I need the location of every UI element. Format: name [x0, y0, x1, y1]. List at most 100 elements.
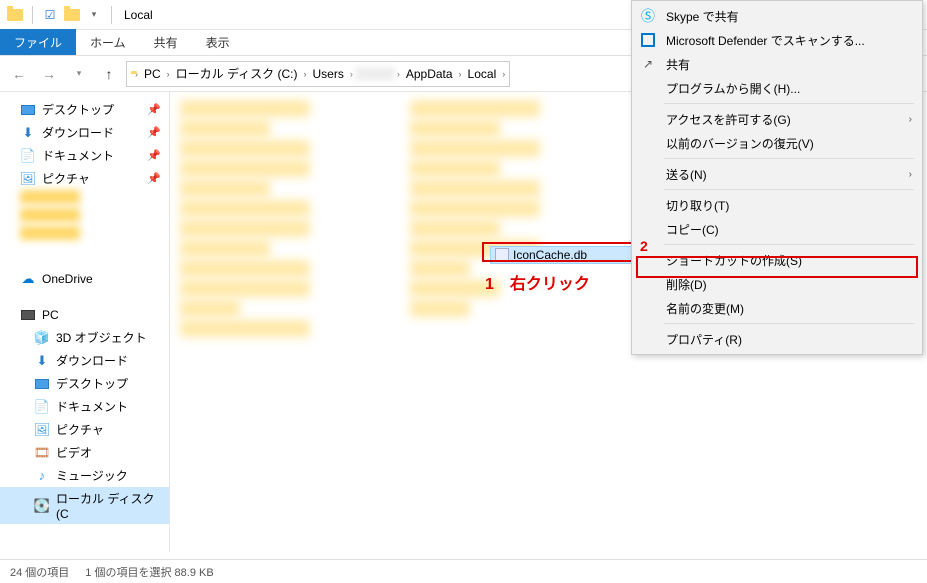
ctx-cut[interactable]: 切り取り(T): [632, 193, 922, 217]
list-item[interactable]: [180, 160, 310, 177]
list-item[interactable]: [410, 100, 540, 117]
ctx-label: プロパティ(R): [666, 331, 742, 348]
ctx-properties[interactable]: プロパティ(R): [632, 327, 922, 351]
breadcrumb-user-blurred[interactable]: [355, 67, 395, 81]
sidebar-item-download[interactable]: ⬇ダウンロード📌: [0, 121, 169, 144]
recent-dropdown[interactable]: ▾: [66, 61, 92, 87]
breadcrumb-local[interactable]: Local: [464, 67, 501, 81]
separator: [664, 103, 914, 104]
sidebar-item-label: デスクトップ: [42, 101, 114, 118]
file-tab[interactable]: ファイル: [0, 29, 76, 55]
breadcrumb-users[interactable]: Users: [309, 67, 348, 81]
ctx-create-shortcut[interactable]: ショートカットの作成(S): [632, 248, 922, 272]
list-item[interactable]: [180, 220, 310, 237]
list-item[interactable]: [410, 220, 500, 237]
list-item[interactable]: [410, 180, 540, 197]
ctx-label: Skype で共有: [666, 8, 739, 25]
separator: [664, 244, 914, 245]
sidebar-item-video[interactable]: 🎞ビデオ: [0, 441, 169, 464]
folder-icon[interactable]: [63, 6, 81, 24]
chevron-right-icon[interactable]: ›: [350, 69, 353, 79]
ctx-label: 以前のバージョンの復元(V): [666, 135, 814, 152]
list-item[interactable]: [410, 120, 500, 137]
sidebar-item-download[interactable]: ⬇ダウンロード: [0, 349, 169, 372]
sidebar-item-label: OneDrive: [42, 272, 93, 286]
sidebar-item-desktop[interactable]: デスクトップ: [0, 372, 169, 395]
ctx-open-with[interactable]: プログラムから開く(H)...: [632, 76, 922, 100]
share-tab[interactable]: 共有: [140, 30, 192, 55]
list-item[interactable]: [180, 320, 310, 337]
breadcrumb-cdrive[interactable]: ローカル ディスク (C:): [172, 65, 302, 82]
view-tab[interactable]: 表示: [192, 30, 244, 55]
chevron-right-icon[interactable]: ›: [502, 69, 505, 79]
list-item[interactable]: [180, 280, 310, 297]
list-item[interactable]: [180, 120, 270, 137]
list-item[interactable]: [410, 300, 470, 317]
chevron-right-icon[interactable]: ›: [304, 69, 307, 79]
sidebar-item-documents[interactable]: 📄ドキュメント: [0, 395, 169, 418]
sidebar-item-onedrive[interactable]: ☁ OneDrive: [0, 268, 169, 290]
pin-icon: 📌: [147, 126, 161, 139]
ctx-label: アクセスを許可する(G): [666, 111, 791, 128]
ctx-label: Microsoft Defender でスキャンする...: [666, 32, 865, 49]
ctx-rename[interactable]: 名前の変更(M): [632, 296, 922, 320]
list-item[interactable]: [410, 160, 500, 177]
list-item[interactable]: [180, 140, 310, 157]
document-icon: 📄: [20, 148, 36, 164]
ctx-send-to[interactable]: 送る(N)›: [632, 162, 922, 186]
folder-icon: [6, 6, 24, 24]
sidebar-item-label: ローカル ディスク (C: [56, 490, 161, 521]
ctx-give-access[interactable]: アクセスを許可する(G)›: [632, 107, 922, 131]
list-item[interactable]: [180, 100, 310, 117]
ctx-label: 送る(N): [666, 166, 707, 183]
breadcrumb-appdata[interactable]: AppData: [402, 67, 457, 81]
share-icon: ↗: [640, 56, 656, 72]
list-item[interactable]: [180, 260, 310, 277]
ctx-restore-previous[interactable]: 以前のバージョンの復元(V): [632, 131, 922, 155]
skype-icon: Ⓢ: [640, 8, 656, 24]
ctx-delete[interactable]: 削除(D): [632, 272, 922, 296]
sidebar-item-3dobjects[interactable]: 🧊3D オブジェクト: [0, 326, 169, 349]
list-item[interactable]: [180, 300, 240, 317]
breadcrumb[interactable]: › PC › ローカル ディスク (C:) › Users › › AppDat…: [126, 61, 510, 87]
list-item[interactable]: [180, 180, 270, 197]
chevron-right-icon[interactable]: ›: [167, 69, 170, 79]
list-item[interactable]: [410, 260, 470, 277]
ctx-share[interactable]: ↗共有: [632, 52, 922, 76]
ctx-copy[interactable]: コピー(C): [632, 217, 922, 241]
back-button[interactable]: ←: [6, 61, 32, 87]
disk-icon: 💽: [34, 498, 50, 514]
dropdown-icon[interactable]: ▾: [85, 6, 103, 24]
chevron-right-icon[interactable]: ›: [459, 69, 462, 79]
sidebar-item-music[interactable]: ♪ミュージック: [0, 464, 169, 487]
list-item[interactable]: [180, 200, 310, 217]
chevron-right-icon[interactable]: ›: [397, 69, 400, 79]
sidebar-item-pictures[interactable]: 🖼ピクチャ📌: [0, 167, 169, 190]
sidebar-item-blurred[interactable]: [20, 208, 80, 222]
pictures-icon: 🖼: [34, 422, 50, 438]
onedrive-icon: ☁: [20, 271, 36, 287]
pc-icon: [20, 307, 36, 323]
up-button[interactable]: ↑: [96, 61, 122, 87]
file-name: IconCache.db: [513, 248, 587, 262]
list-item[interactable]: [410, 140, 540, 157]
sidebar-item-documents[interactable]: 📄ドキュメント📌: [0, 144, 169, 167]
ctx-skype-share[interactable]: Ⓢ Skype で共有: [632, 4, 922, 28]
sidebar-item-blurred[interactable]: [20, 190, 80, 204]
download-icon: ⬇: [34, 353, 50, 369]
sidebar-item-pc[interactable]: PC: [0, 304, 169, 326]
sidebar-item-cdrive[interactable]: 💽 ローカル ディスク (C: [0, 487, 169, 524]
sidebar-item-desktop[interactable]: デスクトップ📌: [0, 98, 169, 121]
ctx-defender-scan[interactable]: Microsoft Defender でスキャンする...: [632, 28, 922, 52]
home-tab[interactable]: ホーム: [76, 30, 140, 55]
list-item[interactable]: [410, 200, 540, 217]
properties-icon[interactable]: ☑: [41, 6, 59, 24]
forward-button[interactable]: →: [36, 61, 62, 87]
sidebar-item-blurred[interactable]: [20, 226, 80, 240]
status-item-count: 24 個の項目: [10, 564, 69, 580]
ctx-label: 削除(D): [666, 276, 707, 293]
breadcrumb-pc[interactable]: PC: [140, 67, 165, 81]
list-item[interactable]: [180, 240, 270, 257]
sidebar-item-label: PC: [42, 308, 59, 322]
sidebar-item-pictures[interactable]: 🖼ピクチャ: [0, 418, 169, 441]
